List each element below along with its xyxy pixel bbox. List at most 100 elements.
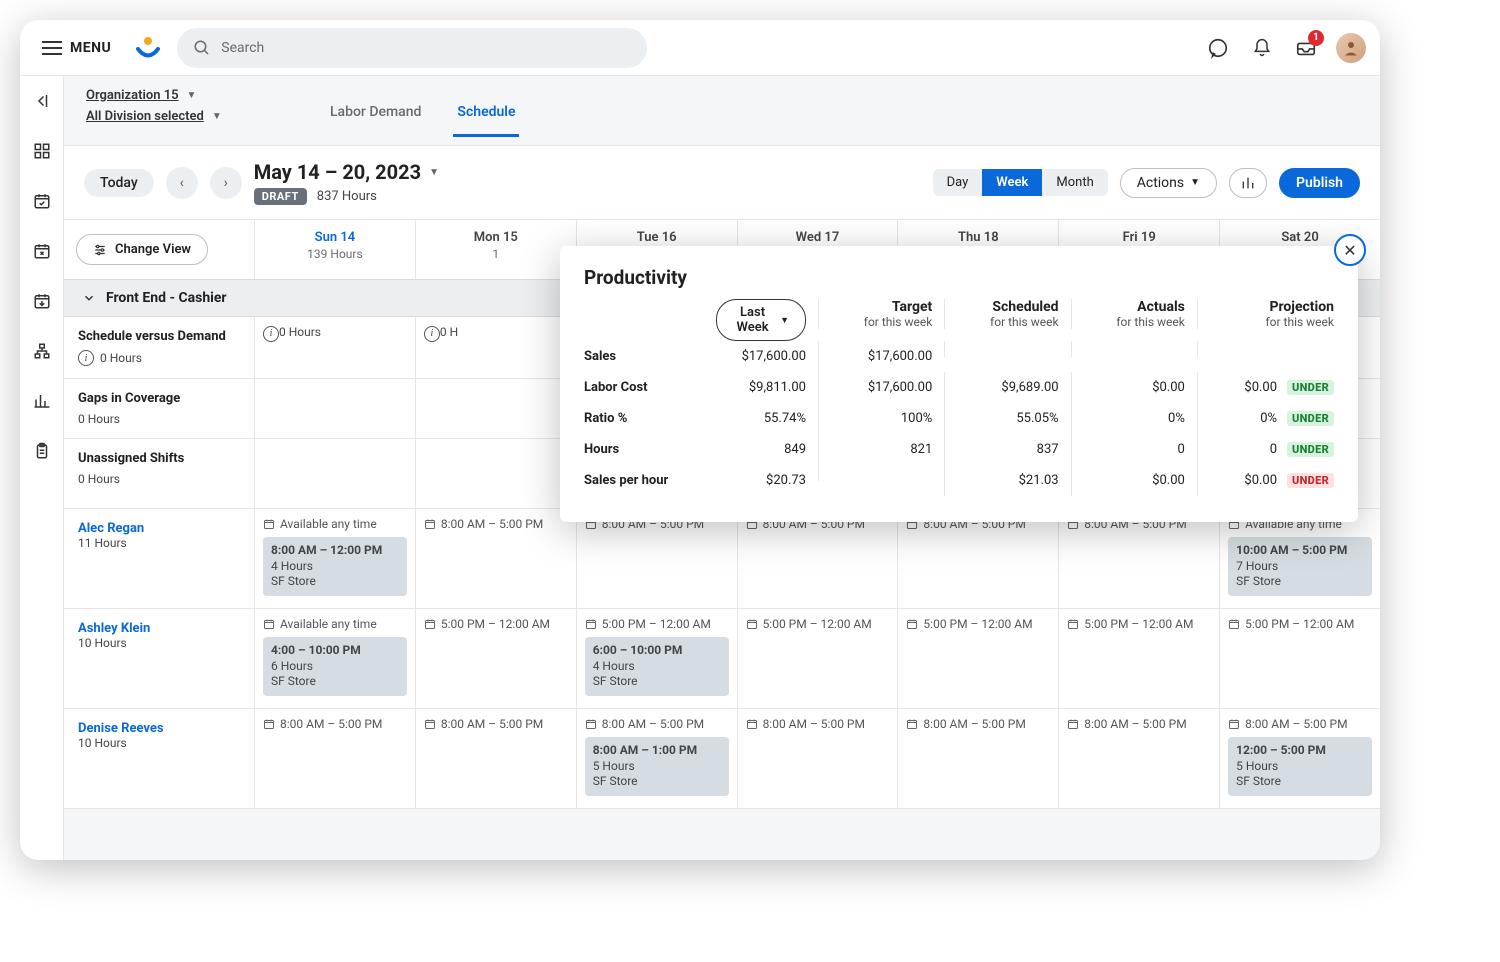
availability-text: 8:00 AM – 5:00 PM (424, 717, 568, 731)
productivity-popover: ✕ Productivity Last Week ▼Targetfor this… (560, 246, 1358, 522)
shift-block[interactable]: 8:00 AM – 12:00 PM4 HoursSF Store (263, 537, 407, 596)
clipboard-icon[interactable] (31, 440, 53, 462)
schedule-cell[interactable]: 8:00 AM – 5:00 PM (1058, 509, 1219, 608)
shift-block[interactable]: 6:00 – 10:00 PM4 HoursSF Store (585, 637, 729, 696)
prod-row-label: Ratio % (584, 403, 694, 434)
bell-icon[interactable] (1248, 34, 1276, 62)
dashboard-icon[interactable] (31, 140, 53, 162)
seg-week[interactable]: Week (982, 169, 1042, 196)
menu-button[interactable]: MENU (34, 34, 119, 62)
status-badge: UNDER (1287, 380, 1334, 395)
schedule-cell[interactable]: 8:00 AM – 5:00 PM (897, 509, 1058, 608)
employee-name[interactable]: Ashley Klein (78, 621, 240, 636)
schedule-cell[interactable]: 8:00 AM – 5:00 PM (415, 709, 576, 808)
availability-text: 5:00 PM – 12:00 AM (746, 617, 890, 631)
schedule-cell[interactable]: 5:00 PM – 12:00 AM (415, 609, 576, 708)
schedule-cell[interactable]: 8:00 AM – 5:00 PM (1058, 709, 1219, 808)
schedule-cell[interactable]: 8:00 AM – 5:00 PM 12:00 – 5:00 PM5 HoursS… (1219, 709, 1380, 808)
chart-button[interactable] (1229, 168, 1267, 198)
day-header[interactable]: Mon 151 (415, 220, 576, 279)
schedule-cell[interactable]: 8:00 AM – 5:00 PM (737, 709, 898, 808)
schedule-cell[interactable]: Available any time 8:00 AM – 12:00 PM4 Ho… (254, 509, 415, 608)
hamburger-icon (42, 41, 62, 55)
calendar-x-icon[interactable] (31, 240, 53, 262)
calendar-arrow-icon[interactable] (31, 290, 53, 312)
availability-text: 8:00 AM – 5:00 PM (906, 717, 1050, 731)
side-rail (20, 76, 64, 860)
avatar[interactable] (1336, 33, 1366, 63)
workday-logo[interactable] (133, 33, 163, 63)
prod-row-label: Hours (584, 434, 694, 465)
schedule-cell[interactable]: Available any time10:00 AM – 5:00 PM7 Ho… (1219, 509, 1380, 608)
view-segmented: Day Week Month (933, 169, 1108, 196)
hours-total: 837 Hours (317, 189, 377, 204)
availability-text: 8:00 AM – 5:00 PM (746, 717, 890, 731)
tab-labor-demand[interactable]: Labor Demand (326, 90, 425, 137)
caret-down-icon: ▼ (187, 90, 197, 101)
availability-text: 5:00 PM – 12:00 AM (424, 617, 568, 631)
employee-name[interactable]: Denise Reeves (78, 721, 240, 736)
seg-month[interactable]: Month (1042, 169, 1107, 196)
employee-name[interactable]: Alec Regan (78, 521, 240, 536)
prev-week-button[interactable]: ‹ (166, 167, 198, 199)
inbox-icon[interactable]: 1 (1292, 34, 1320, 62)
schedule-cell[interactable]: Available any time 4:00 – 10:00 PM6 Hours… (254, 609, 415, 708)
employee-row: Ashley Klein10 HoursAvailable any time4:… (64, 609, 1380, 709)
collapse-icon[interactable] (31, 90, 53, 112)
change-view-button[interactable]: Change View (76, 234, 208, 265)
shift-block[interactable]: 4:00 – 10:00 PM6 HoursSF Store (263, 637, 407, 696)
schedule-cell[interactable]: 8:00 AM – 5:00 PM8:00 AM – 1:00 PM5 Hour… (576, 709, 737, 808)
shift-block[interactable]: 12:00 – 5:00 PM5 HoursSF Store (1228, 737, 1372, 796)
schedule-cell[interactable]: 5:00 PM – 12:00 AM (1058, 609, 1219, 708)
day-header[interactable]: Sun 14139 Hours (254, 220, 415, 279)
notification-badge: 1 (1308, 30, 1324, 46)
close-button[interactable]: ✕ (1334, 234, 1366, 266)
tab-schedule[interactable]: Schedule (453, 90, 519, 137)
seg-day[interactable]: Day (933, 169, 983, 196)
availability-text: 8:00 AM – 5:00 PM (1228, 717, 1372, 731)
schedule-cell[interactable]: 8:00 AM – 5:00 PM (415, 509, 576, 608)
info-icon[interactable]: i (424, 326, 440, 342)
employee-row: Alec Regan11 HoursAvailable any time8:00… (64, 509, 1380, 609)
schedule-cell[interactable]: 5:00 PM – 12:00 AM (897, 609, 1058, 708)
chat-icon[interactable] (1204, 34, 1232, 62)
chevron-down-icon (82, 291, 96, 305)
last-week-selector[interactable]: Last Week ▼ (716, 299, 806, 341)
schedule-cell[interactable]: 5:00 PM – 12:00 AM (1219, 609, 1380, 708)
draft-badge: DRAFT (254, 188, 307, 205)
actions-button[interactable]: Actions▼ (1120, 168, 1217, 198)
availability-text: 8:00 AM – 5:00 PM (1067, 717, 1211, 731)
status-badge: UNDER (1287, 411, 1334, 426)
popover-title: Productivity (584, 266, 1334, 289)
info-icon[interactable]: i (263, 326, 279, 342)
org-chart-icon[interactable] (31, 340, 53, 362)
today-button[interactable]: Today (84, 169, 154, 197)
search-icon (193, 39, 211, 57)
shift-block[interactable]: 10:00 AM – 5:00 PM7 HoursSF Store (1228, 537, 1372, 596)
availability-text: 8:00 AM – 5:00 PM (263, 717, 407, 731)
schedule-cell[interactable]: 5:00 PM – 12:00 AM 6:00 – 10:00 PM4 Hours… (576, 609, 737, 708)
prod-row-label: Sales per hour (584, 465, 694, 496)
schedule-cell[interactable]: 5:00 PM – 12:00 AM (737, 609, 898, 708)
schedule-cell[interactable]: 8:00 AM – 5:00 PM (576, 509, 737, 608)
shift-block[interactable]: 8:00 AM – 1:00 PM5 HoursSF Store (585, 737, 729, 796)
search-input[interactable]: Search (177, 28, 647, 68)
next-week-button[interactable]: › (210, 167, 242, 199)
bar-chart-icon[interactable] (31, 390, 53, 412)
availability-text: Available any time (263, 517, 407, 531)
info-icon[interactable]: i (78, 350, 94, 366)
breadcrumb-division[interactable]: All Division selected (86, 109, 204, 124)
calendar-check-icon[interactable] (31, 190, 53, 212)
prod-row-label: Labor Cost (584, 372, 694, 403)
employee-row: Denise Reeves10 Hours8:00 AM – 5:00 PM8:… (64, 709, 1380, 809)
publish-button[interactable]: Publish (1279, 168, 1360, 198)
availability-text: 5:00 PM – 12:00 AM (585, 617, 729, 631)
schedule-cell[interactable]: 8:00 AM – 5:00 PM (254, 709, 415, 808)
caret-down-icon[interactable]: ▼ (429, 167, 439, 178)
schedule-cell[interactable]: 8:00 AM – 5:00 PM (897, 709, 1058, 808)
availability-text: 8:00 AM – 5:00 PM (424, 517, 568, 531)
availability-text: Available any time (263, 617, 407, 631)
schedule-cell[interactable]: 8:00 AM – 5:00 PM (737, 509, 898, 608)
breadcrumb-org[interactable]: Organization 15 (86, 88, 179, 103)
prod-row-label: Sales (584, 341, 694, 372)
